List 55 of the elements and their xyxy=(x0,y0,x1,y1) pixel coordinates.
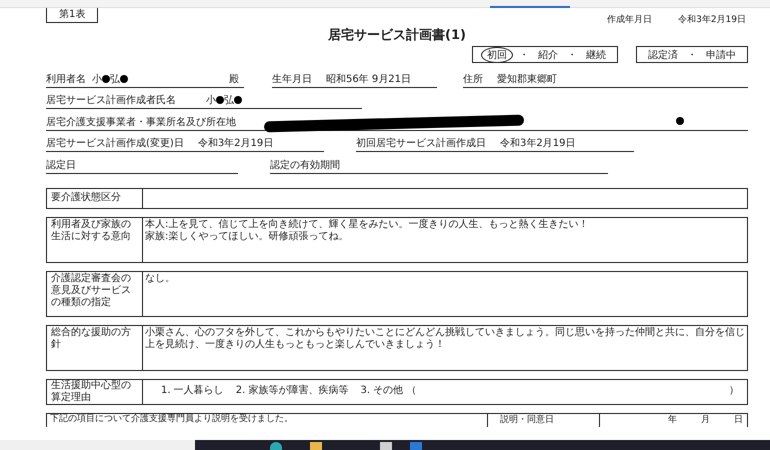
name-text: 弘 xyxy=(224,94,234,107)
form-title: 居宅サービス計画書(1) xyxy=(326,26,467,45)
reason-option: 1. 一人暮らし xyxy=(161,385,224,398)
sheet-tag: 第1表 xyxy=(46,8,98,23)
certification-option: 認定済 xyxy=(645,48,681,62)
referral-option: 継続 xyxy=(583,48,609,62)
reason-option: 3. その他 （ xyxy=(360,385,416,398)
address-label: 住所 xyxy=(463,72,483,86)
section-label: 要介護状態区分 xyxy=(47,188,143,208)
redaction-mark xyxy=(216,96,224,104)
redaction-mark xyxy=(102,74,110,82)
office-label: 居宅介護支援事業者・事業所名及び所在地 xyxy=(46,116,236,128)
section-label: 利用者及び家族の生活に対する意向 xyxy=(47,218,143,262)
window-icon[interactable] xyxy=(380,442,392,450)
redaction-mark xyxy=(234,96,242,104)
name-text: 小 xyxy=(92,72,102,86)
birth-label: 生年月日 xyxy=(272,72,312,86)
referral-option: 紹介 xyxy=(535,48,561,62)
date-unit: 年 xyxy=(668,414,677,426)
date-unit: 月 xyxy=(701,414,710,426)
section-text: 本人:上を見て、信じて上を向き続けて、輝く星をみたい。一度きりの人生、もっと熱く生きたい！ xyxy=(145,218,590,230)
referral-option: 初回 xyxy=(481,46,513,62)
created-label: 作成年月日 xyxy=(607,14,652,26)
separator-dot: ・ xyxy=(519,48,529,62)
consent-text: 下記の項目について介護支援専門員より説明を受けました。 xyxy=(49,414,294,426)
window-icon[interactable] xyxy=(410,442,422,450)
separator-dot: ・ xyxy=(567,48,577,62)
plan-date-label: 初回居宅サービス計画作成日 xyxy=(356,136,486,150)
plan-date: 令和3年2月19日 xyxy=(198,136,274,150)
honorific: 殿 xyxy=(229,72,239,86)
created-date: 令和3年2月19日 xyxy=(678,14,746,26)
section-text: なし。 xyxy=(145,272,176,285)
section-label: 生活援助中心型の算定理由 xyxy=(47,380,143,404)
address-text: 愛知郡東郷町 xyxy=(497,72,557,86)
separator-dot: ・ xyxy=(687,48,697,62)
planner-label: 居宅サービス計画作成者氏名 xyxy=(46,94,176,107)
reason-option: 2. 家族等が障害、疾病等 xyxy=(236,385,348,398)
name-text: 小 xyxy=(206,94,216,107)
consent-date-label: 説明・同意日 xyxy=(487,414,599,426)
section-text: 小栗さん、心のフタを外して、これからもやりたいことにどんどん挑戦していきましょう。同じ思いを持った仲間と共に、自分を信じ上を見続け、一度きりの人生もっともっと楽しんでいきましょう！ xyxy=(145,326,745,352)
date-unit: 日 xyxy=(734,414,743,426)
user-name-label: 利用者名 xyxy=(46,72,86,86)
birth-date: 昭和56年 9月21日 xyxy=(326,72,411,86)
bracket-close: ） xyxy=(729,385,739,398)
name-text: 弘 xyxy=(110,72,120,86)
cert-date-label: 認定日 xyxy=(46,158,76,172)
section-text: 家族:楽しくやってほしい。研修頑張ってね。 xyxy=(145,231,350,244)
section-label: 介護認定審査会の意見及びサービスの種類の指定 xyxy=(47,272,143,316)
plan-date: 令和3年2月19日 xyxy=(500,136,576,150)
redaction-mark xyxy=(120,74,128,82)
redaction-mark xyxy=(676,116,684,124)
section-label: 総合的な援助の方針 xyxy=(47,326,143,370)
certification-option: 申請中 xyxy=(703,48,739,62)
plan-date-label: 居宅サービス計画作成(変更)日 xyxy=(46,136,184,150)
cert-date-label: 認定の有効期間 xyxy=(270,158,340,172)
